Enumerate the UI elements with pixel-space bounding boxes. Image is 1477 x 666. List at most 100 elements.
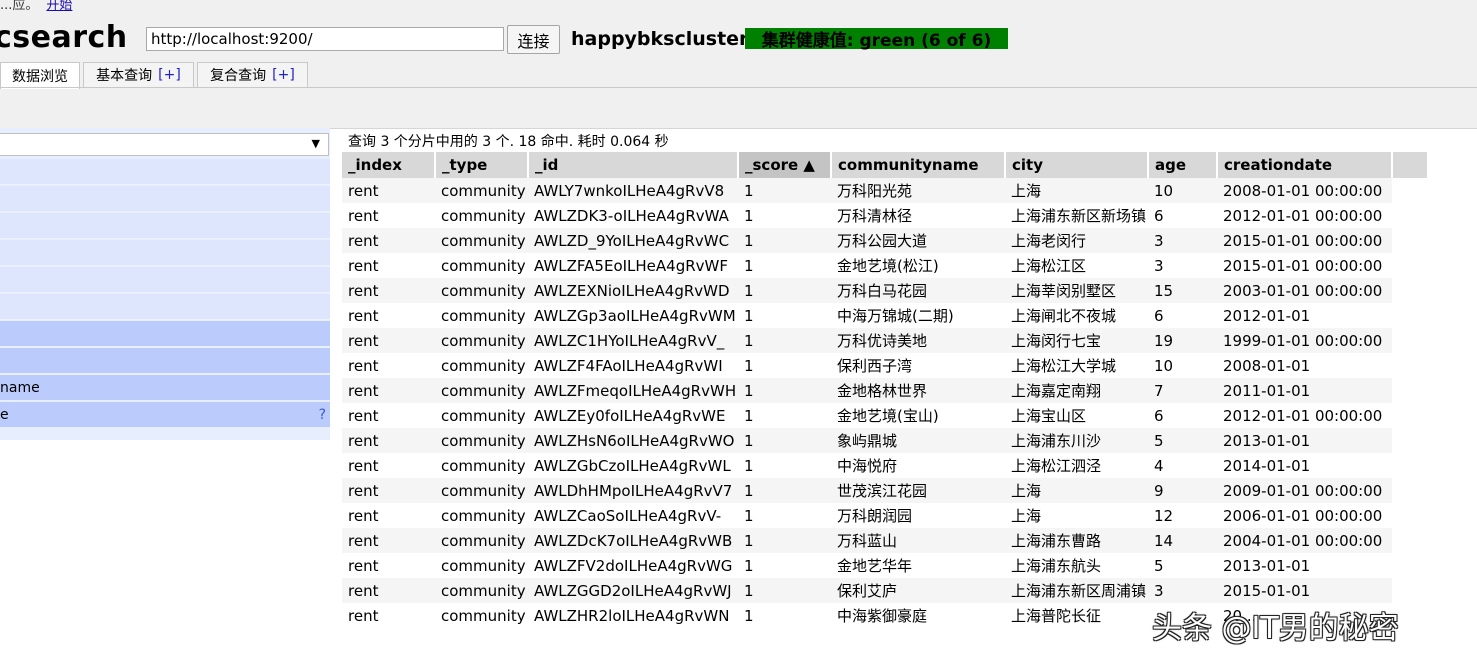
tab-compound-query[interactable]: 复合查询 [+] (197, 62, 308, 87)
cell-id: AWLZDcK7oILHeA4gRvWB (528, 528, 738, 553)
table-row[interactable]: rent community AWLZDcK7oILHeA4gRvWB 1 万科蓝山 上海… (342, 528, 1428, 553)
connect-button[interactable]: 连接 (507, 25, 560, 54)
table-row[interactable]: rent community AWLZHsN6oILHeA4gRvWO 1 象屿鼎城 上海… (342, 428, 1428, 453)
table-row[interactable]: rent community AWLZDK3-oILHeA4gRvWA 1 万科清林径上… (342, 203, 1428, 228)
cell-type: community (435, 428, 528, 453)
cell-index: rent (342, 603, 435, 628)
column-header-index[interactable]: _index (342, 152, 436, 178)
sidebar-field[interactable] (0, 159, 330, 185)
cell-type: community (435, 478, 528, 503)
cell-spacer (1392, 528, 1428, 553)
tab-label: 数据浏览 (12, 69, 68, 85)
cell-creationdate: 2012-01-01 (1217, 303, 1392, 328)
column-header-spacer (1392, 152, 1429, 178)
sidebar-field[interactable] (0, 213, 330, 239)
cell-communityname: 万科优诗美地 (831, 328, 1005, 353)
cell-city: 上海 (1005, 503, 1148, 528)
cell-communityname: 万科公园大道 (831, 228, 1005, 253)
table-row[interactable]: rent community AWLZC1HYoILHeA4gRvV_ 1 万科优诗美地… (342, 328, 1428, 353)
tab-data-browse[interactable]: 数据浏览 (0, 62, 80, 89)
column-header-city[interactable]: city (1005, 152, 1149, 178)
cell-id: AWLZGp3aoILHeA4gRvWM (528, 303, 738, 328)
cell-city: 上海浦东川沙 (1005, 428, 1148, 453)
cell-id: AWLZF4FAoILHeA4gRvWI (528, 353, 738, 378)
sidebar-field[interactable] (0, 294, 330, 320)
sidebar-field-selected[interactable] (0, 321, 330, 347)
cell-type: community (435, 503, 528, 528)
cell-type: community (435, 203, 528, 228)
cell-index: rent (342, 528, 435, 553)
table-row[interactable]: rent community AWLZFV2doILHeA4gRvWG 1 金地艺华年上… (342, 553, 1428, 578)
table-row[interactable]: rent community AWLZF4FAoILHeA4gRvWI 1 保利西子湾上… (342, 353, 1428, 378)
sidebar-field-selected[interactable] (0, 348, 330, 374)
sidebar-field[interactable] (0, 240, 330, 266)
cell-communityname: 金地艺境(宝山) (831, 403, 1005, 428)
table-row[interactable]: rent community AWLZD_9YoILHeA4gRvWC 1 万科公园大道… (342, 228, 1428, 253)
cell-communityname: 万科朗润园 (831, 503, 1005, 528)
table-row[interactable]: rent community AWLZGbCzoILHeA4gRvWL 1 中海悦府 上海… (342, 453, 1428, 478)
cell-communityname: 中海悦府 (831, 453, 1005, 478)
tab-basic-query[interactable]: 基本查询 [+] (83, 62, 194, 87)
table-row[interactable]: rent community AWLZEXNioILHeA4gRvWD 1 万科白马花园… (342, 278, 1428, 303)
sidebar-field[interactable] (0, 186, 330, 212)
table-row[interactable]: rent community AWLZCaoSoILHeA4gRvV- 1 万科朗润园上… (342, 503, 1428, 528)
cell-spacer (1392, 553, 1428, 578)
sidebar-field-label: e (0, 406, 9, 423)
cell-city: 上海松江泗泾 (1005, 453, 1148, 478)
cell-type: community (435, 178, 528, 203)
help-icon[interactable]: ? (319, 407, 326, 423)
sidebar-field-selected[interactable]: name (0, 375, 330, 401)
cell-index: rent (342, 353, 435, 378)
cell-score: 1 (738, 478, 831, 503)
column-header-id[interactable]: _id (528, 152, 739, 178)
table-row[interactable]: rent community AWLZGp3aoILHeA4gRvWM 1 中海万锦城(… (342, 303, 1428, 328)
table-row[interactable]: rent community AWLZFmeqoILHeA4gRvWH 1 金地格林世界… (342, 378, 1428, 403)
cell-creationdate: 2009-01-01 00:00:00 (1217, 478, 1392, 503)
cell-spacer (1392, 503, 1428, 528)
cell-city: 上海浦东曹路 (1005, 528, 1148, 553)
cell-age: 19 (1148, 328, 1217, 353)
cell-score: 1 (738, 603, 831, 628)
table-row[interactable]: rent community AWLZGGD2oILHeA4gRvWJ 1 保利艾庐 上海… (342, 578, 1428, 603)
cell-id: AWLZEXNioILHeA4gRvWD (528, 278, 738, 303)
sidebar-field-selected[interactable]: e? (0, 402, 330, 428)
cell-index: rent (342, 503, 435, 528)
table-row[interactable]: rent community AWLZEy0foILHeA4gRvWE 1 金地艺境(宝… (342, 403, 1428, 428)
column-header-type[interactable]: _type (435, 152, 529, 178)
table-row[interactable]: rent community AWLDhHMpoILHeA4gRvV7 1 世茂滨江花园… (342, 478, 1428, 503)
cell-spacer (1392, 478, 1428, 503)
cell-index: rent (342, 228, 435, 253)
cell-score: 1 (738, 553, 831, 578)
sidebar-field[interactable] (0, 267, 330, 293)
column-header-score[interactable]: _score ▲ (738, 152, 832, 178)
cell-score: 1 (738, 378, 831, 403)
cell-age: 5 (1148, 428, 1217, 453)
cell-communityname: 中海万锦城(二期) (831, 303, 1005, 328)
cell-type: community (435, 403, 528, 428)
column-header-communityname[interactable]: communityname (831, 152, 1006, 178)
table-row[interactable]: rent community AWLZFA5EoILHeA4gRvWF 1 金地艺境(松… (342, 253, 1428, 278)
results-body: rent community AWLY7wnkoILHeA4gRvV8 1 万科阳光苑上… (342, 178, 1428, 628)
cell-type: community (435, 278, 528, 303)
top-notice-link[interactable]: 开始 (46, 0, 72, 13)
cluster-name: happybkscluster (571, 28, 749, 50)
table-header-row: _index _type _id _score ▲ communityname … (342, 152, 1429, 178)
column-header-age[interactable]: age (1148, 152, 1218, 178)
cell-score: 1 (738, 228, 831, 253)
tab-label: 基本查询 (96, 68, 153, 84)
cluster-url-input[interactable] (146, 27, 504, 51)
cell-id: AWLZDK3-oILHeA4gRvWA (528, 203, 738, 228)
cell-index: rent (342, 303, 435, 328)
index-select[interactable]: ▼ (0, 133, 329, 156)
cell-id: AWLZEy0foILHeA4gRvWE (528, 403, 738, 428)
cell-score: 1 (738, 528, 831, 553)
cell-age: 15 (1148, 278, 1217, 303)
cell-spacer (1392, 203, 1428, 228)
cell-communityname: 金地艺华年 (831, 553, 1005, 578)
cell-communityname: 世茂滨江花园 (831, 478, 1005, 503)
cell-spacer (1392, 428, 1428, 453)
table-row[interactable]: rent community AWLY7wnkoILHeA4gRvV8 1 万科阳光苑上… (342, 178, 1428, 203)
cell-communityname: 万科白马花园 (831, 278, 1005, 303)
cell-creationdate: 2011-01-01 (1217, 378, 1392, 403)
column-header-creationdate[interactable]: creationdate (1217, 152, 1393, 178)
